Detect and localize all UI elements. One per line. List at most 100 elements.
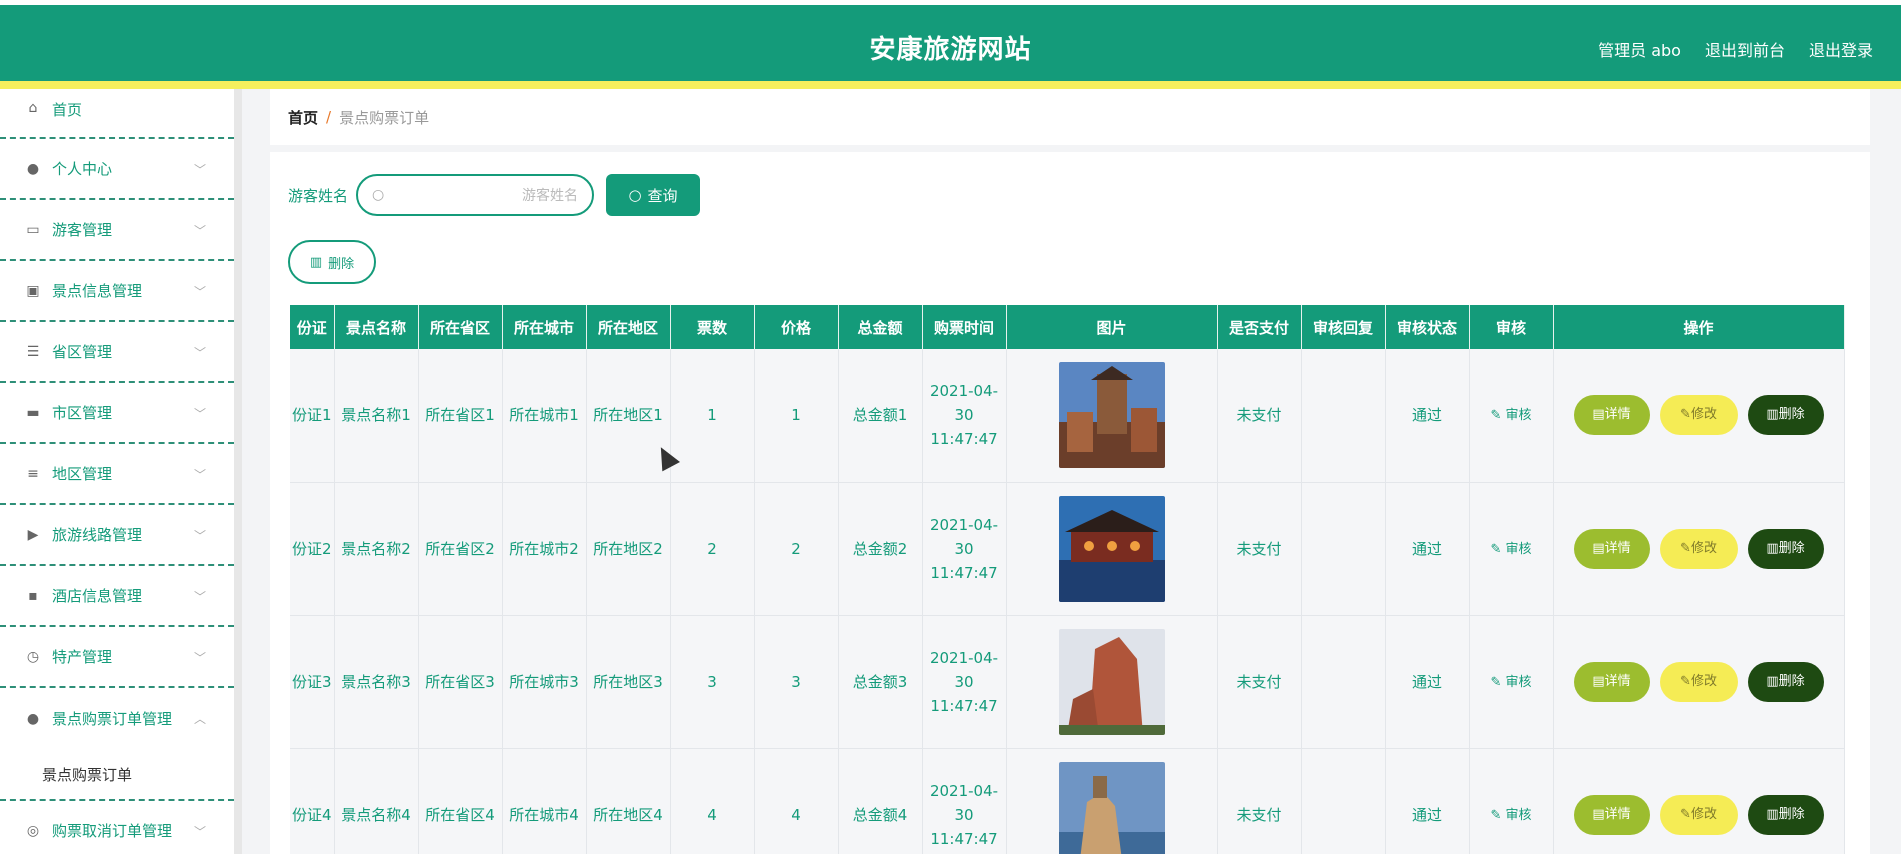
cell-audit: ✎ 审核 <box>1469 349 1554 483</box>
sidebar-item-province[interactable]: ☰ 省区管理 ﹀ <box>0 322 234 383</box>
trash-icon: ▥ <box>1766 673 1779 689</box>
cell-image <box>1006 748 1218 854</box>
cell-price: 4 <box>754 748 839 854</box>
scenic-photo[interactable] <box>1058 362 1165 469</box>
sidebar-item-label: 购票取消订单管理 <box>52 822 173 840</box>
cell-paid: 未支付 <box>1217 482 1302 616</box>
scenic-photo[interactable] <box>1058 761 1165 854</box>
detail-button[interactable]: ▤ 详情 <box>1573 661 1650 702</box>
trash-icon: ▥ <box>1766 407 1779 423</box>
sidebar-item-specialty[interactable]: ◷ 特产管理 ﹀ <box>0 627 234 688</box>
breadcrumb-separator: / <box>326 108 332 126</box>
logout-link[interactable]: 退出登录 <box>1809 37 1873 61</box>
search-icon: ○ <box>628 186 642 204</box>
cell-area: 所在地区4 <box>586 748 671 854</box>
sidebar-item-area[interactable]: ≡ 地区管理 ﹀ <box>0 444 234 505</box>
breadcrumb-home[interactable]: 首页 <box>288 107 318 128</box>
sidebar-subitem-ticket-order[interactable]: 景点购票订单 <box>0 749 234 801</box>
col-header: 价格 <box>754 305 839 349</box>
edit-button[interactable]: ✎ 修改 <box>1659 794 1738 835</box>
cell-name: 景点名称4 <box>334 748 419 854</box>
sidebar-item-cancel-orders[interactable]: ◎ 购票取消订单管理 ﹀ <box>0 801 234 854</box>
edit-label: 修改 <box>1690 806 1717 822</box>
sidebar-item-hotel[interactable]: ▪ 酒店信息管理 ﹀ <box>0 566 234 627</box>
sidebar-item-label: 地区管理 <box>52 465 113 483</box>
sidebar-item-city[interactable]: ▬ 市区管理 ﹀ <box>0 383 234 444</box>
cell-time: 2021-04-30 11:47:47 <box>922 349 1007 483</box>
delete-button[interactable]: ▥ 删除 <box>1747 661 1824 702</box>
edit-button[interactable]: ✎ 修改 <box>1659 395 1738 436</box>
scenic-photo[interactable] <box>1058 495 1165 602</box>
table-row: 份证3 景点名称3 所在省区3 所在城市3 所在地区3 3 3 总金额3 202… <box>290 615 1845 749</box>
document-icon: ▤ <box>1592 673 1605 689</box>
cell-status: 通过 <box>1385 482 1470 616</box>
cell-image <box>1006 482 1218 616</box>
batch-delete-button[interactable]: ▥ 删除 <box>288 240 376 284</box>
detail-button[interactable]: ▤ 详情 <box>1573 395 1650 436</box>
cell-province: 所在省区2 <box>418 482 503 616</box>
col-header: 所在地区 <box>586 305 671 349</box>
detail-label: 详情 <box>1604 806 1631 822</box>
header-accent-bar <box>0 81 1901 89</box>
top-header: 安康旅游网站 管理员 abo 退出到前台 退出登录 <box>0 0 1901 89</box>
edit-button[interactable]: ✎ 修改 <box>1659 528 1738 569</box>
sidebar-item-home[interactable]: ⌂ 首页 <box>0 89 234 139</box>
cell-audit: ✎ 审核 <box>1469 748 1554 854</box>
audit-link[interactable]: ✎ 审核 <box>1490 542 1531 557</box>
cell-tickets: 1 <box>670 349 755 483</box>
query-button[interactable]: ○ 查询 <box>606 174 701 216</box>
col-header: 审核状态 <box>1385 305 1470 349</box>
main-content: 游客姓名 ○ 游客姓名 ○ 查询 ▥ 删除 份证 景点名称 所在省区 所在城市 … <box>270 152 1870 854</box>
sidebar-item-ticket-orders[interactable]: ● 景点购票订单管理 ︿ <box>0 688 234 749</box>
cell-audit: ✎ 审核 <box>1469 482 1554 616</box>
printer-icon: ▬ <box>26 404 40 421</box>
col-header: 购票时间 <box>922 305 1007 349</box>
scenic-photo[interactable] <box>1058 628 1165 735</box>
audit-link[interactable]: ✎ 审核 <box>1490 675 1531 690</box>
col-header: 所在城市 <box>502 305 587 349</box>
cell-total: 总金额1 <box>838 349 923 483</box>
cell-tickets: 4 <box>670 748 755 854</box>
edit-icon: ✎ <box>1490 541 1506 557</box>
orders-table: 份证 景点名称 所在省区 所在城市 所在地区 票数 价格 总金额 购票时间 图片… <box>290 305 1845 854</box>
detail-label: 详情 <box>1604 540 1631 556</box>
sidebar: ⌂ 首页 ● 个人中心 ﹀ ▭ 游客管理 ﹀ ▣ 景点信息管理 ﹀ ☰ 省区管理… <box>0 89 242 854</box>
to-front-link[interactable]: 退出到前台 <box>1705 37 1785 61</box>
header-actions: 管理员 abo 退出到前台 退出登录 <box>1598 37 1873 61</box>
cell-reply <box>1301 615 1386 749</box>
detail-button[interactable]: ▤ 详情 <box>1573 528 1650 569</box>
sidebar-item-personal[interactable]: ● 个人中心 ﹀ <box>0 139 234 200</box>
cell-name: 景点名称2 <box>334 482 419 616</box>
edit-icon: ✎ <box>1490 674 1506 690</box>
clock-icon: ◷ <box>26 648 40 665</box>
sidebar-item-label: 市区管理 <box>52 404 113 422</box>
chat-icon: ▪ <box>28 587 38 604</box>
delete-button[interactable]: ▥ 删除 <box>1747 528 1824 569</box>
cell-reply <box>1301 748 1386 854</box>
sidebar-item-route[interactable]: ▶ 旅游线路管理 ﹀ <box>0 505 234 566</box>
edit-icon: ✎ <box>1680 673 1691 689</box>
sidebar-item-tourist[interactable]: ▭ 游客管理 ﹀ <box>0 200 234 261</box>
sidebar-item-scenic[interactable]: ▣ 景点信息管理 ﹀ <box>0 261 234 322</box>
row-actions: ▤ 详情 ✎ 修改 ▥ 删除 <box>1554 661 1844 702</box>
chevron-down-icon: ﹀ <box>193 224 206 238</box>
audit-link[interactable]: ✎ 审核 <box>1490 408 1531 423</box>
col-header: 票数 <box>670 305 755 349</box>
cell-name: 景点名称1 <box>334 349 419 483</box>
detail-button[interactable]: ▤ 详情 <box>1573 794 1650 835</box>
table-row: 份证4 景点名称4 所在省区4 所在城市4 所在地区4 4 4 总金额4 202… <box>290 748 1845 854</box>
search-label: 游客姓名 <box>288 186 349 205</box>
delete-label: 删除 <box>1778 673 1805 689</box>
delete-button[interactable]: ▥ 删除 <box>1747 395 1824 436</box>
admin-label: 管理员 abo <box>1598 41 1681 60</box>
search-icon: ○ <box>372 187 385 203</box>
search-input[interactable]: ○ 游客姓名 <box>356 174 595 216</box>
cell-actions: ▤ 详情 ✎ 修改 ▥ 删除 <box>1553 615 1845 749</box>
row-actions: ▤ 详情 ✎ 修改 ▥ 删除 <box>1554 528 1844 569</box>
document-icon: ▤ <box>1592 540 1605 556</box>
edit-icon: ✎ <box>1680 806 1691 822</box>
edit-button[interactable]: ✎ 修改 <box>1659 661 1738 702</box>
audit-link[interactable]: ✎ 审核 <box>1490 808 1531 823</box>
delete-label: 删除 <box>1778 540 1805 556</box>
delete-button[interactable]: ▥ 删除 <box>1747 794 1824 835</box>
